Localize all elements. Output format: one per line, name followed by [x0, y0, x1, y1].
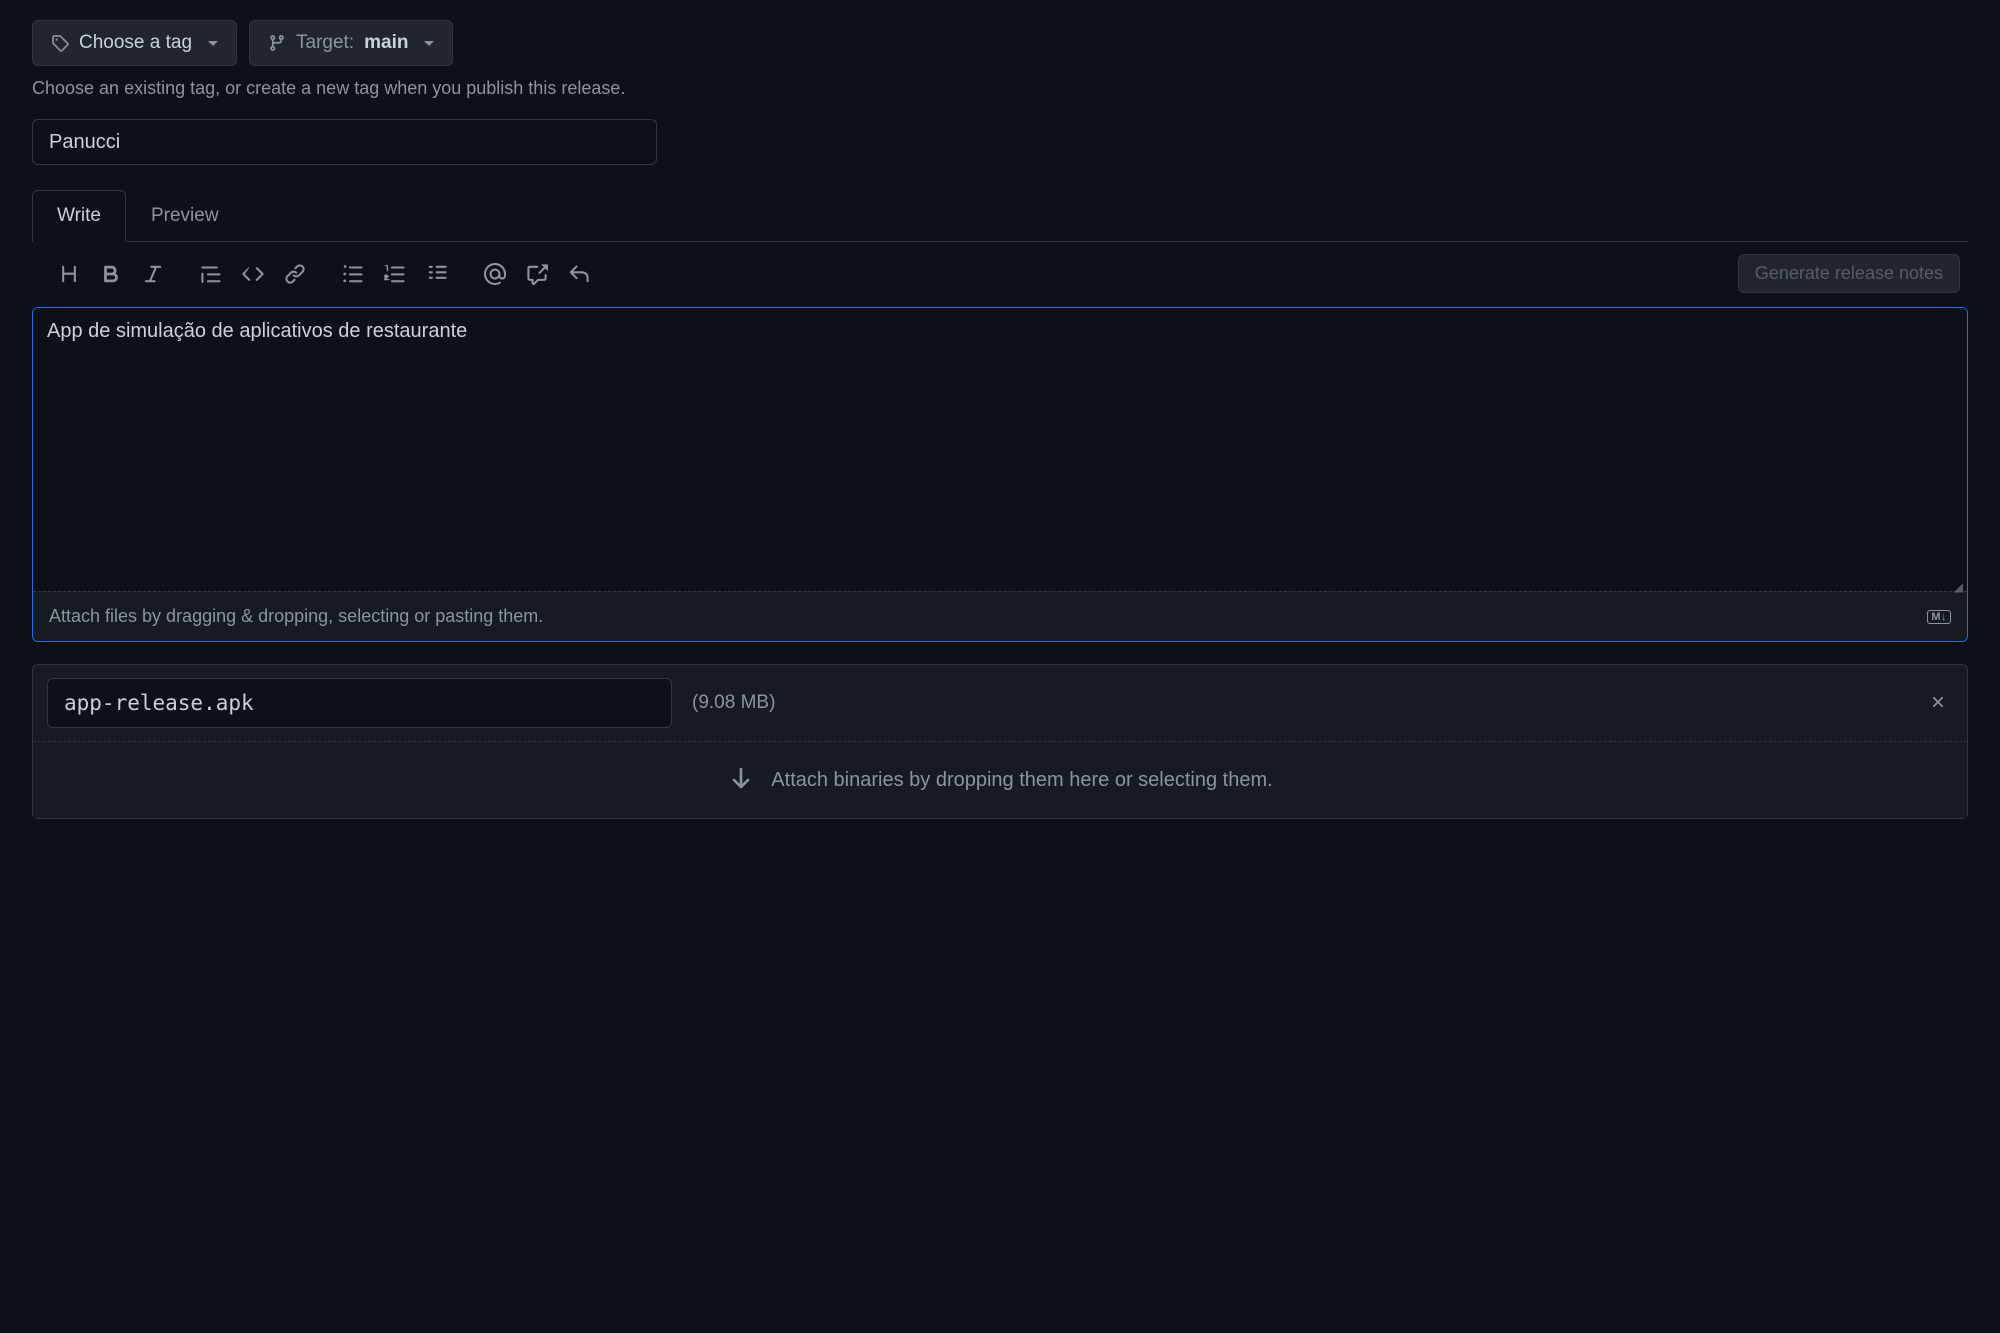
tag-icon — [51, 34, 69, 52]
tab-preview[interactable]: Preview — [126, 190, 244, 242]
branch-icon — [268, 34, 286, 52]
choose-tag-button[interactable]: Choose a tag — [32, 20, 237, 66]
cross-reference-icon[interactable] — [526, 263, 548, 285]
generate-release-notes-button[interactable]: Generate release notes — [1738, 254, 1960, 293]
release-title-input[interactable] — [32, 119, 657, 165]
close-icon — [1929, 693, 1947, 711]
code-icon[interactable] — [242, 263, 264, 285]
attach-hint-text: Attach files by dragging & dropping, sel… — [49, 606, 543, 627]
markdown-badge-icon[interactable]: M↓ — [1927, 610, 1951, 624]
dropzone-text: Attach binaries by dropping them here or… — [771, 769, 1272, 792]
quote-icon[interactable] — [200, 263, 222, 285]
chevron-down-icon — [208, 41, 218, 46]
attach-files-strip[interactable]: ◢ Attach files by dragging & dropping, s… — [33, 591, 1967, 641]
chevron-down-icon — [424, 41, 434, 46]
binary-size-text: (9.08 MB) — [692, 692, 775, 714]
ordered-list-icon[interactable] — [384, 263, 406, 285]
editor-tabs: Write Preview — [32, 189, 1968, 242]
tag-helper-text: Choose an existing tag, or create a new … — [32, 78, 1968, 99]
download-arrow-icon — [727, 766, 755, 794]
heading-icon[interactable] — [58, 263, 80, 285]
binaries-dropzone[interactable]: Attach binaries by dropping them here or… — [33, 741, 1967, 818]
resize-handle-icon[interactable]: ◢ — [1954, 580, 1963, 594]
bold-icon[interactable] — [100, 263, 122, 285]
target-branch-name: main — [364, 32, 408, 54]
binary-row: (9.08 MB) — [33, 665, 1967, 741]
tab-write[interactable]: Write — [32, 190, 126, 242]
unordered-list-icon[interactable] — [342, 263, 364, 285]
remove-binary-button[interactable] — [1923, 687, 1953, 720]
italic-icon[interactable] — [142, 263, 164, 285]
choose-tag-label: Choose a tag — [79, 32, 192, 54]
description-textarea[interactable] — [33, 308, 1967, 588]
description-editor: ◢ Attach files by dragging & dropping, s… — [32, 307, 1968, 642]
link-icon[interactable] — [284, 263, 306, 285]
task-list-icon[interactable] — [426, 263, 448, 285]
target-prefix: Target: — [296, 32, 354, 54]
reply-icon[interactable] — [568, 263, 590, 285]
binaries-card: (9.08 MB) Attach binaries by dropping th… — [32, 664, 1968, 819]
mention-icon[interactable] — [484, 263, 506, 285]
editor-toolbar: Generate release notes — [32, 242, 1968, 307]
target-branch-button[interactable]: Target: main — [249, 20, 453, 66]
binary-filename-input[interactable] — [47, 678, 672, 728]
